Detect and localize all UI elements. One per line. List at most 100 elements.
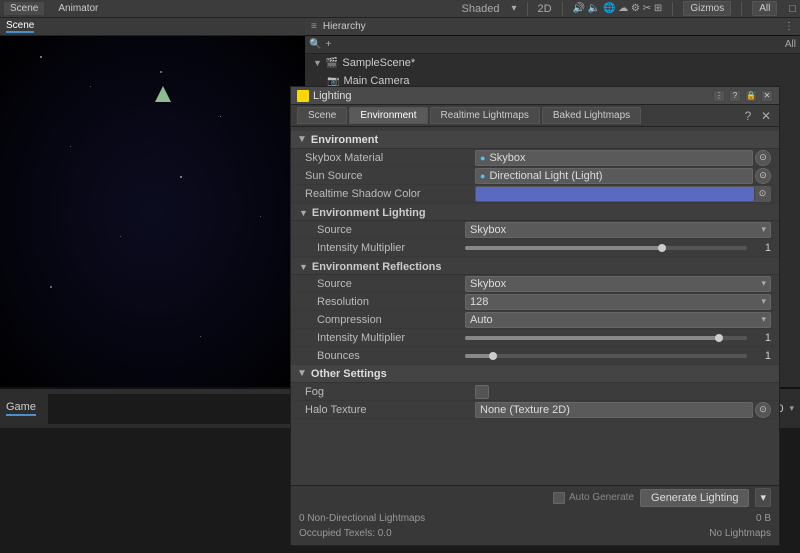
skybox-material-row: Skybox Material ● Skybox ⊙ <box>291 149 779 167</box>
auto-gen-checkbox[interactable] <box>553 492 565 504</box>
skybox-value-text: Skybox <box>489 152 525 164</box>
environment-section-header[interactable]: ▼ Environment <box>291 131 779 149</box>
tab-scene[interactable]: Scene <box>297 107 347 124</box>
bounces-slider[interactable] <box>465 354 747 358</box>
fog-row: Fog <box>291 383 779 401</box>
sun-dropdown-group: ● Directional Light (Light) ⊙ <box>475 168 771 184</box>
hierarchy-menu[interactable]: ⋮ <box>784 21 794 32</box>
sun-picker-btn[interactable]: ⊙ <box>755 168 771 184</box>
compression-arrow: ▾ <box>761 314 766 325</box>
refl-intensity-slider[interactable] <box>465 336 747 340</box>
resolution-text: 128 <box>470 296 488 308</box>
sun-dot: ● <box>480 171 485 181</box>
add-btn[interactable]: + <box>325 39 331 50</box>
resolution-dropdown[interactable]: 128 ▾ <box>465 294 771 310</box>
tab-realtime[interactable]: Realtime Lightmaps <box>430 107 540 124</box>
hierarchy-header: ≡ Hierarchy ⋮ <box>305 18 800 36</box>
env-source-arrow: ▾ <box>761 224 766 235</box>
bounces-slider-container: 1 <box>465 350 771 362</box>
tab-environment[interactable]: Environment <box>349 107 427 124</box>
fog-label: Fog <box>305 386 475 398</box>
resolution-value: 128 ▾ <box>465 294 771 310</box>
tab-close-btn[interactable]: ✕ <box>759 109 773 123</box>
toolbar-extra-icons: □ <box>789 3 796 15</box>
panel-dots-btn[interactable]: ⋮ <box>713 90 725 102</box>
game-tab-label[interactable]: Game <box>6 401 36 416</box>
env-reflections-arrow: ▼ <box>299 262 308 272</box>
tab-baked[interactable]: Baked Lightmaps <box>542 107 641 124</box>
refl-intensity-label: Intensity Multiplier <box>305 332 465 344</box>
panel-lock-btn[interactable]: 🔒 <box>745 90 757 102</box>
toolbar-icons: 🔊 🔈 🌐 ☁ ⚙ ✂ ⊞ <box>573 3 663 14</box>
halo-value: None (Texture 2D) ⊙ <box>475 402 771 418</box>
all-btn[interactable]: All <box>752 1 777 16</box>
generate-dropdown-btn[interactable]: ▾ <box>755 488 771 507</box>
scene-icon: 🎬 <box>326 58 338 69</box>
halo-label: Halo Texture <box>305 404 475 416</box>
shadow-color-field[interactable]: ⊙ <box>475 186 771 202</box>
bounces-slider-thumb[interactable] <box>489 352 497 360</box>
skybox-dropdown-group: ● Skybox ⊙ <box>475 150 771 166</box>
lighting-tabs: Scene Environment Realtime Lightmaps Bak… <box>297 107 641 124</box>
color-picker-btn[interactable]: ⊙ <box>754 187 770 201</box>
footer-info2: Occupied Texels: 0.0 No Lightmaps <box>299 526 771 541</box>
other-settings-section-header[interactable]: ▼ Other Settings <box>291 365 779 383</box>
refl-intensity-row: Intensity Multiplier 1 <box>291 329 779 347</box>
gizmos-btn[interactable]: Gizmos <box>683 1 731 16</box>
footer-info: 0 Non-Directional Lightmaps 0 B <box>299 511 771 526</box>
skybox-dropdown[interactable]: ● Skybox <box>475 150 753 166</box>
lighting-panel: Lighting ⋮ ? 🔒 ✕ Scene Environment Realt… <box>290 86 780 546</box>
refl-intensity-slider-container: 1 <box>465 332 771 344</box>
panel-close-btn[interactable]: ✕ <box>761 90 773 102</box>
compression-label: Compression <box>305 314 465 326</box>
halo-dropdown-group: None (Texture 2D) ⊙ <box>475 402 771 418</box>
generate-btn[interactable]: Generate Lighting <box>640 489 749 507</box>
env-intensity-row: Intensity Multiplier 1 <box>291 239 779 257</box>
sun-value-text: Directional Light (Light) <box>489 170 602 182</box>
env-intensity-label: Intensity Multiplier <box>305 242 465 254</box>
refl-source-dropdown[interactable]: Skybox ▾ <box>465 276 771 292</box>
lighting-footer: Auto Generate Generate Lighting ▾ 0 Non-… <box>291 485 779 545</box>
shading-arrow: ▾ <box>511 3 516 14</box>
skybox-picker-btn[interactable]: ⊙ <box>755 150 771 166</box>
fog-value <box>475 385 771 399</box>
camera-indicator <box>155 86 171 102</box>
refl-slider-thumb[interactable] <box>715 334 723 342</box>
refl-source-arrow: ▾ <box>761 278 766 289</box>
compression-row: Compression Auto ▾ <box>291 311 779 329</box>
halo-texture-row: Halo Texture None (Texture 2D) ⊙ <box>291 401 779 419</box>
env-source-text: Skybox <box>470 224 506 236</box>
lighting-content: ▼ Environment Skybox Material ● Skybox ⊙ <box>291 127 779 485</box>
fog-checkbox[interactable] <box>475 385 489 399</box>
title-controls: ⋮ ? 🔒 ✕ <box>713 90 773 102</box>
scene-view-tab[interactable]: Scene <box>6 20 34 33</box>
halo-dropdown[interactable]: None (Texture 2D) <box>475 402 753 418</box>
panel-question-btn[interactable]: ? <box>729 90 741 102</box>
scene-canvas <box>0 36 305 387</box>
sun-source-row: Sun Source ● Directional Light (Light) ⊙ <box>291 167 779 185</box>
env-slider-thumb[interactable] <box>658 244 666 252</box>
hierarchy-scene-item[interactable]: ▼ 🎬 SampleScene* <box>305 54 800 72</box>
scene-tab[interactable]: Scene <box>4 2 44 15</box>
env-source-label: Source <box>305 224 465 236</box>
title-left: Lighting <box>297 90 352 102</box>
env-lighting-arrow: ▼ <box>299 208 308 218</box>
tab-icons: ? ✕ <box>741 109 773 123</box>
mode-2d[interactable]: 2D <box>538 3 552 15</box>
shading-dropdown[interactable]: Shaded <box>462 3 500 15</box>
occupied-texels: Occupied Texels: 0.0 <box>299 528 392 539</box>
env-intensity-slider[interactable] <box>465 246 747 250</box>
env-source-dropdown[interactable]: Skybox ▾ <box>465 222 771 238</box>
halo-picker-btn[interactable]: ⊙ <box>755 402 771 418</box>
animator-tab[interactable]: Animator <box>52 2 104 15</box>
hierarchy-all-label: All <box>785 39 796 50</box>
refl-source-label: Source <box>305 278 465 290</box>
tab-question-btn[interactable]: ? <box>741 109 755 123</box>
refl-source-value: Skybox ▾ <box>465 276 771 292</box>
lighting-tab-bar: Scene Environment Realtime Lightmaps Bak… <box>291 105 779 127</box>
sun-dropdown[interactable]: ● Directional Light (Light) <box>475 168 753 184</box>
resolution-row: Resolution 128 ▾ <box>291 293 779 311</box>
auto-gen-label: Auto Generate <box>569 492 634 503</box>
compression-dropdown[interactable]: Auto ▾ <box>465 312 771 328</box>
scene-expand-arrow: ▼ <box>313 58 322 68</box>
